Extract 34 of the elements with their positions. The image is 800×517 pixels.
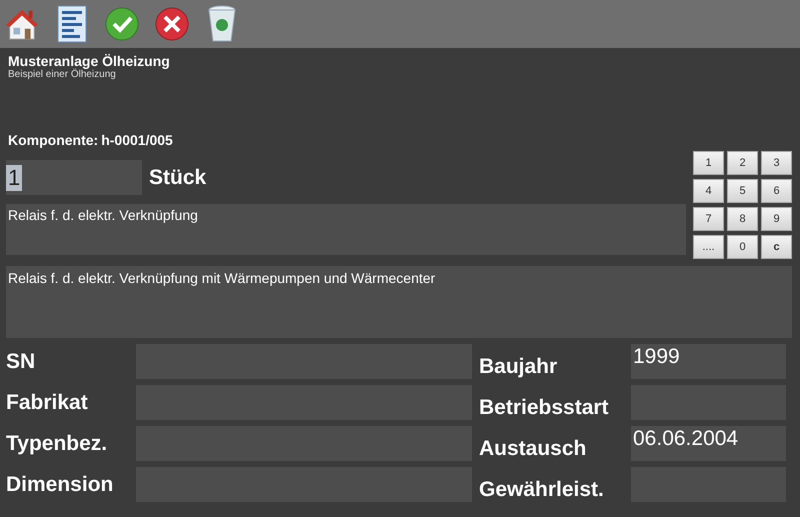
- field-label: Fabrikat: [6, 390, 89, 414]
- field-label: SN: [6, 350, 36, 374]
- component-id: h-0001/005: [101, 132, 173, 148]
- input-field[interactable]: 06.06.2004: [631, 426, 786, 461]
- keypad-key[interactable]: 2: [727, 151, 758, 175]
- keypad-key[interactable]: 0: [727, 235, 758, 259]
- unit-label: Stück: [149, 166, 206, 190]
- keypad-key[interactable]: 8: [727, 207, 758, 231]
- long-description-field[interactable]: Relais f. d. elektr. Verknüpfung mit Wärmepumpen und Wärmecenter: [6, 266, 792, 338]
- field-label: Baujahr: [479, 355, 558, 379]
- field-label: Gewährleist.: [479, 478, 605, 502]
- keypad-key[interactable]: 7: [693, 207, 724, 231]
- keypad-key[interactable]: 3: [761, 151, 792, 175]
- page-subtitle: Beispiel einer Ölheizung: [8, 69, 116, 80]
- field-label: Betriebsstart: [479, 396, 610, 420]
- page-title: Musteranlage Ölheizung: [8, 53, 171, 69]
- component-label: Komponente:: [8, 132, 98, 148]
- keypad-key[interactable]: 5: [727, 179, 758, 203]
- keypad-key[interactable]: 4: [693, 179, 724, 203]
- keypad-key[interactable]: ....: [693, 235, 724, 259]
- short-description-field[interactable]: Relais f. d. elektr. Verknüpfung: [6, 204, 686, 255]
- close-icon[interactable]: [155, 7, 189, 41]
- field-label: Austausch: [479, 437, 588, 461]
- trash-icon[interactable]: [207, 5, 237, 43]
- form-icon[interactable]: [57, 5, 87, 43]
- keypad-key[interactable]: c: [761, 235, 792, 259]
- field-label: Typenbez.: [6, 432, 108, 456]
- keypad-key[interactable]: 1: [693, 151, 724, 175]
- keypad-key[interactable]: 9: [761, 207, 792, 231]
- quantity-field[interactable]: 1: [6, 160, 142, 195]
- checkmark-icon[interactable]: [105, 7, 139, 41]
- input-field[interactable]: 1999: [631, 344, 786, 379]
- keypad-key[interactable]: 6: [761, 179, 792, 203]
- field-label: Dimension: [6, 472, 114, 496]
